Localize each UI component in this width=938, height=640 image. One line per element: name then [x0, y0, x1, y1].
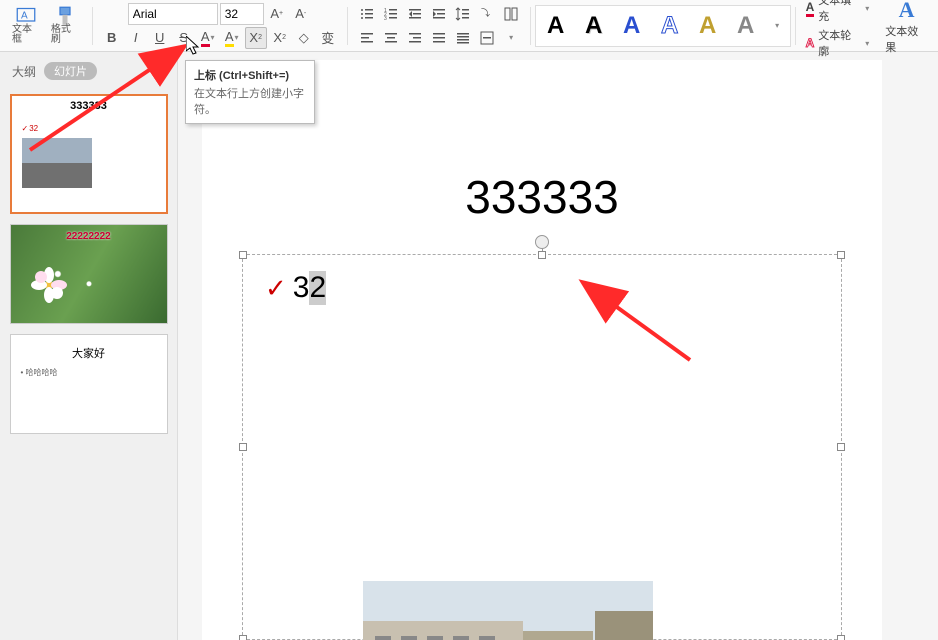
tab-slides[interactable]: 幻灯片 — [44, 62, 97, 80]
divider — [347, 7, 348, 45]
text-outline-label: 文本轮廓 — [818, 27, 860, 59]
subscript-button[interactable]: X2 — [269, 27, 291, 49]
bold-button[interactable]: B — [101, 27, 123, 49]
align-center-button[interactable] — [380, 27, 402, 49]
slide-thumb-2[interactable]: 22222222 — [10, 224, 168, 324]
tooltip-superscript: 上标 (Ctrl+Shift+=) 在文本行上方创建小字符。 — [185, 60, 315, 124]
slide-thumb-1[interactable]: 333333 32 — [10, 94, 168, 214]
resize-handle[interactable] — [837, 443, 845, 451]
style-item-3[interactable]: A — [614, 8, 650, 44]
thumb-body: • 哈哈哈哈 — [11, 361, 167, 384]
group-font: A+ A- B I U S A▾ A▾ X2 X2 ◇ 变 — [97, 3, 343, 49]
thumb-title: 333333 — [12, 96, 166, 112]
text-effects-button[interactable]: A 文本效果 — [879, 0, 934, 55]
valign-button[interactable] — [476, 27, 498, 49]
text-direction-button[interactable]: ⤵ — [476, 3, 498, 25]
underline-button[interactable]: U — [149, 27, 171, 49]
svg-text:⤵: ⤵ — [481, 8, 490, 18]
line-spacing-button[interactable] — [452, 3, 474, 25]
style-item-2[interactable]: A — [576, 8, 612, 44]
decrease-font-button[interactable]: A- — [290, 3, 312, 25]
increase-indent-button[interactable] — [428, 3, 450, 25]
highlight-button[interactable]: A▾ — [221, 27, 243, 49]
text-outline-button[interactable]: A 文本轮廓▾ — [804, 26, 872, 60]
slide-panel-tabs: 大纲 幻灯片 — [0, 58, 177, 88]
textbox-content[interactable]: ✓ 32 — [265, 271, 326, 305]
fill-icon: A — [806, 0, 815, 17]
textbox-button[interactable]: A 文本框 — [8, 5, 45, 47]
change-case-button[interactable]: 变 — [317, 27, 339, 49]
tab-outline[interactable]: 大纲 — [12, 63, 36, 80]
thumb-sub: 32 — [22, 124, 39, 133]
strike-button[interactable]: S — [173, 27, 195, 49]
resize-handle[interactable] — [239, 443, 247, 451]
thumb-title: 22222222 — [11, 231, 167, 242]
slide-panel: 大纲 幻灯片 333333 32 22222222 大家好 • 哈哈哈哈 — [0, 52, 178, 640]
font-color-button[interactable]: A▾ — [197, 27, 219, 49]
more-paragraph-button[interactable]: ▾ — [500, 27, 522, 49]
italic-button[interactable]: I — [125, 27, 147, 49]
text-effects-label: 文本效果 — [885, 23, 928, 55]
text-fill-label: 文本填充 — [818, 0, 860, 24]
resize-handle[interactable] — [239, 251, 247, 259]
textbox-label: 文本框 — [12, 25, 41, 45]
clear-format-button[interactable]: ◇ — [293, 27, 315, 49]
slide-editor[interactable]: 333333 ✓ 32 — [202, 60, 882, 640]
style-item-5[interactable]: A — [690, 8, 726, 44]
align-justify-button[interactable] — [428, 27, 450, 49]
text-fill-button[interactable]: A 文本填充▾ — [804, 0, 872, 25]
slide-image[interactable] — [363, 581, 653, 640]
columns-button[interactable] — [500, 3, 522, 25]
group-paragraph: 123 ⤵ ▾ — [352, 3, 526, 49]
font-size-input[interactable] — [220, 3, 264, 25]
bullets-button[interactable] — [356, 3, 378, 25]
text-char: 3 — [293, 271, 310, 305]
style-gallery-more-button[interactable]: ▾ — [766, 15, 788, 37]
align-right-button[interactable] — [404, 27, 426, 49]
rotate-handle-icon[interactable] — [535, 235, 549, 249]
style-item-4[interactable]: A — [652, 8, 688, 44]
outline-icon: A — [806, 36, 815, 50]
effects-icon: A — [899, 0, 915, 23]
distribute-button[interactable] — [452, 27, 474, 49]
tooltip-title: 上标 (Ctrl+Shift+=) — [194, 67, 306, 83]
resize-handle[interactable] — [837, 251, 845, 259]
decrease-indent-button[interactable] — [404, 3, 426, 25]
thumb-title: 大家好 — [11, 335, 167, 361]
group-text-fill: A 文本填充▾ A 文本轮廓▾ — [800, 0, 876, 60]
flower-icon — [29, 265, 69, 305]
increase-font-button[interactable]: A+ — [266, 3, 288, 25]
checkmark-icon: ✓ — [265, 273, 287, 304]
svg-text:3: 3 — [384, 16, 387, 22]
toolbar: A 文本框 格式刷 A+ A- B I U S A▾ A▾ X2 X2 ◇ 变 — [0, 0, 938, 52]
slide-thumb-3[interactable]: 大家好 • 哈哈哈哈 — [10, 334, 168, 434]
thumb-image-icon — [22, 138, 92, 188]
resize-handle[interactable] — [239, 635, 247, 640]
style-item-1[interactable]: A — [538, 8, 574, 44]
content-textbox[interactable]: ✓ 32 — [242, 254, 842, 640]
divider — [92, 7, 93, 45]
style-item-6[interactable]: A — [728, 8, 764, 44]
text-selection: 2 — [309, 271, 326, 305]
svg-text:A: A — [21, 10, 28, 21]
numbering-button[interactable]: 123 — [380, 3, 402, 25]
group-textbox: A 文本框 格式刷 — [4, 5, 88, 47]
tooltip-body: 在文本行上方创建小字符。 — [194, 85, 306, 117]
format-painter-label: 格式刷 — [51, 25, 80, 45]
resize-handle[interactable] — [837, 635, 845, 640]
text-style-gallery: A A A A A A ▾ — [535, 5, 791, 47]
font-name-input[interactable] — [128, 3, 218, 25]
slide-title[interactable]: 333333 — [202, 170, 882, 224]
resize-handle[interactable] — [538, 251, 546, 259]
align-left-button[interactable] — [356, 27, 378, 49]
format-painter-button[interactable]: 格式刷 — [47, 5, 84, 47]
canvas: 333333 ✓ 32 — [178, 52, 938, 640]
workspace: 大纲 幻灯片 333333 32 22222222 大家好 • 哈哈哈哈 — [0, 52, 938, 640]
superscript-button[interactable]: X2 — [245, 27, 267, 49]
divider — [795, 7, 796, 45]
divider — [530, 7, 531, 45]
